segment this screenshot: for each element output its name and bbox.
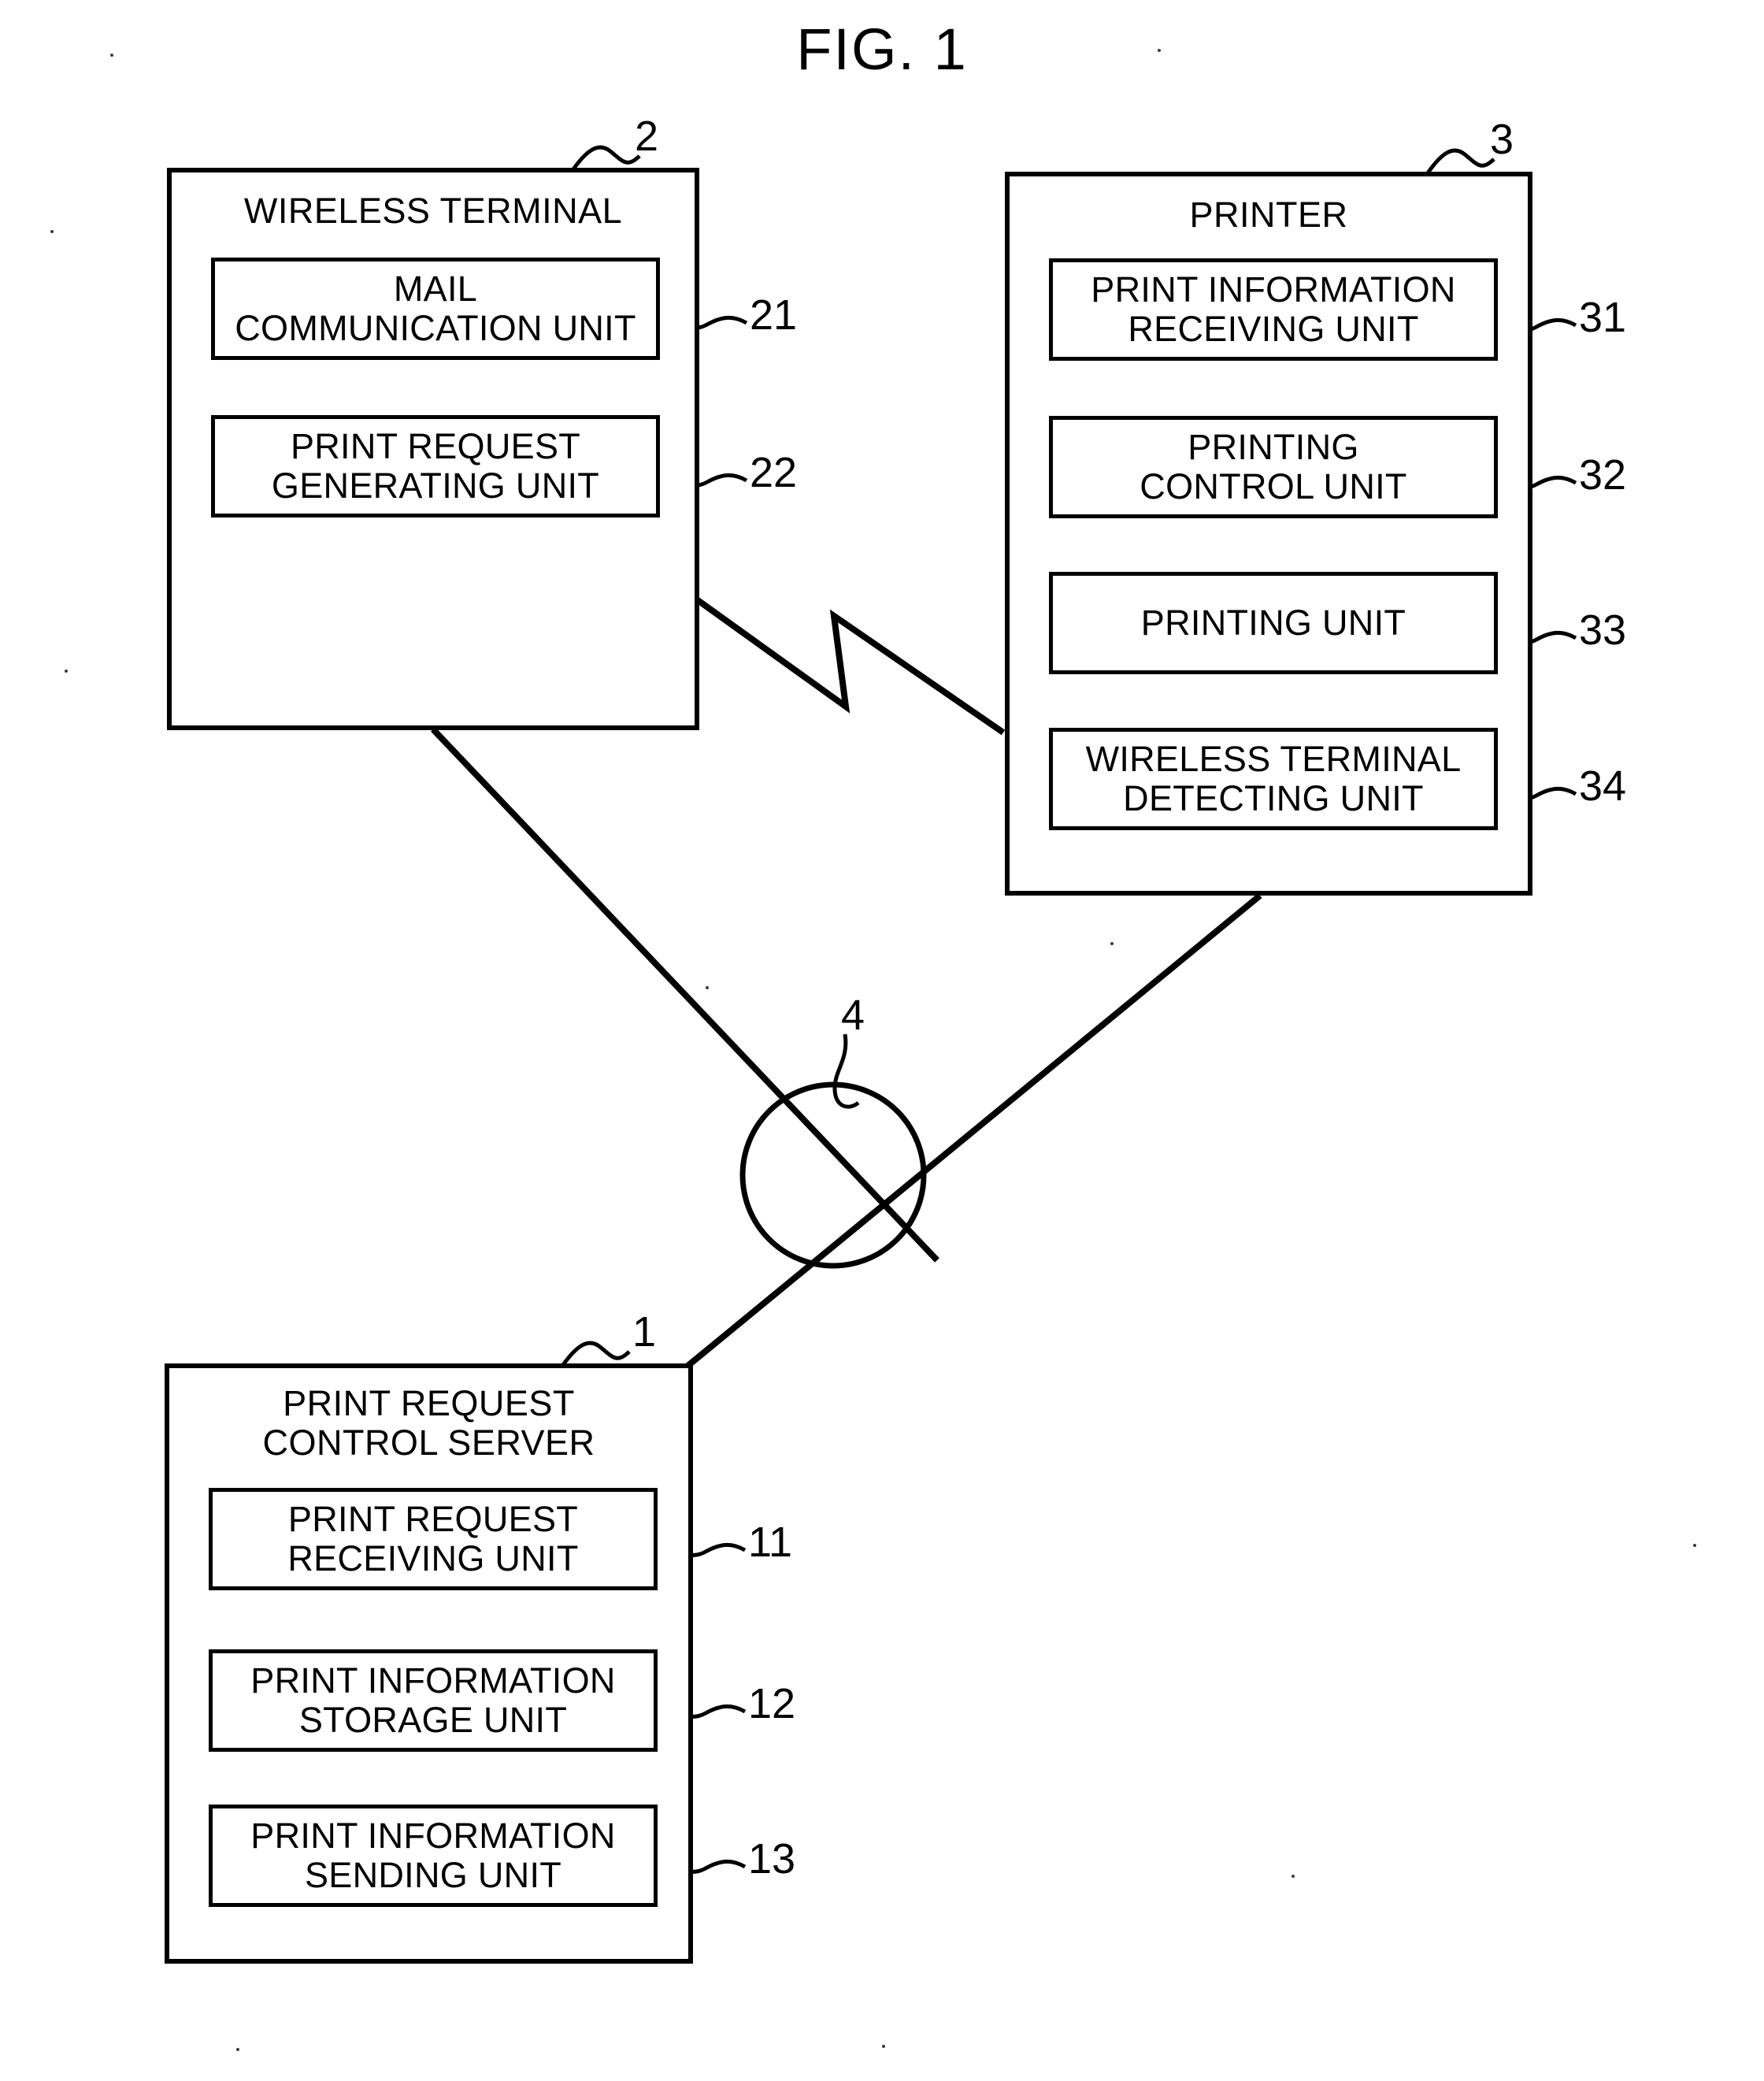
scan-speck (110, 54, 113, 57)
node-printer-title: PRINTER (1189, 195, 1348, 235)
unit-printing-label: PRINTING UNIT (1140, 603, 1406, 643)
scan-speck (236, 2048, 239, 2051)
ref-number-4: 4 (841, 992, 865, 1039)
node-print-request-control-server-title: PRINT REQUEST CONTROL SERVER (262, 1383, 595, 1463)
unit-print-request-generating[interactable]: PRINT REQUEST GENERATING UNIT (211, 415, 660, 517)
ref-number-21: 21 (750, 291, 798, 339)
unit-print-information-receiving-label: PRINT INFORMATION RECEIVING UNIT (1091, 269, 1456, 349)
ref-number-32: 32 (1579, 451, 1627, 499)
unit-mail-communication[interactable]: MAIL COMMUNICATION UNIT (211, 258, 660, 360)
unit-print-information-storage[interactable]: PRINT INFORMATION STORAGE UNIT (209, 1649, 658, 1752)
unit-print-request-receiving-label: PRINT REQUEST RECEIVING UNIT (287, 1499, 579, 1578)
unit-printing-control[interactable]: PRINTING CONTROL UNIT (1049, 416, 1498, 518)
ref-number-1: 1 (632, 1308, 657, 1356)
node-printer[interactable]: PRINTER PRINT INFORMATION RECEIVING UNIT… (1005, 172, 1532, 896)
scan-speck (1158, 49, 1161, 52)
ref-number-13: 13 (748, 1835, 796, 1883)
scan-speck (1110, 942, 1114, 945)
scan-speck (1292, 1875, 1295, 1878)
leader-line-ref-4 (832, 1033, 860, 1109)
unit-print-information-sending-label: PRINT INFORMATION SENDING UNIT (250, 1816, 616, 1895)
unit-print-information-storage-label: PRINT INFORMATION STORAGE UNIT (250, 1660, 616, 1740)
wireless-link-lightning-icon (695, 597, 1006, 736)
network-circle-icon (739, 1081, 927, 1269)
scan-speck (65, 670, 68, 673)
unit-printing-control-label: PRINTING CONTROL UNIT (1140, 427, 1407, 506)
unit-print-information-sending[interactable]: PRINT INFORMATION SENDING UNIT (209, 1805, 658, 1907)
unit-mail-communication-label: MAIL COMMUNICATION UNIT (235, 269, 636, 348)
unit-wireless-terminal-detecting-label: WIRELESS TERMINAL DETECTING UNIT (1085, 739, 1462, 818)
ref-number-12: 12 (748, 1680, 796, 1727)
figure-page: FIG. 1 WIRELESS TERMINAL MAIL COMMUNICAT… (0, 0, 1764, 2081)
unit-print-request-receiving[interactable]: PRINT REQUEST RECEIVING UNIT (209, 1488, 658, 1590)
node-print-request-control-server[interactable]: PRINT REQUEST CONTROL SERVER PRINT REQUE… (165, 1363, 693, 1964)
scan-speck (50, 230, 54, 233)
ref-number-31: 31 (1579, 294, 1627, 341)
ref-number-11: 11 (748, 1519, 793, 1566)
page-title: FIG. 1 (796, 17, 968, 82)
ref-number-34: 34 (1579, 762, 1627, 810)
scan-speck (1693, 1544, 1696, 1547)
scan-speck (882, 2045, 885, 2048)
unit-print-request-generating-label: PRINT REQUEST GENERATING UNIT (271, 426, 600, 506)
ref-number-33: 33 (1579, 606, 1627, 654)
unit-wireless-terminal-detecting[interactable]: WIRELESS TERMINAL DETECTING UNIT (1049, 728, 1498, 830)
unit-print-information-receiving[interactable]: PRINT INFORMATION RECEIVING UNIT (1049, 258, 1498, 361)
connector-printer-to-network-to-server (675, 892, 1262, 1378)
scan-speck (706, 986, 709, 989)
ref-number-2: 2 (635, 113, 659, 160)
unit-printing[interactable]: PRINTING UNIT (1049, 572, 1498, 674)
node-wireless-terminal[interactable]: WIRELESS TERMINAL MAIL COMMUNICATION UNI… (167, 168, 699, 730)
ref-number-3: 3 (1490, 116, 1514, 163)
node-wireless-terminal-title: WIRELESS TERMINAL (243, 191, 623, 231)
ref-number-22: 22 (750, 449, 798, 496)
